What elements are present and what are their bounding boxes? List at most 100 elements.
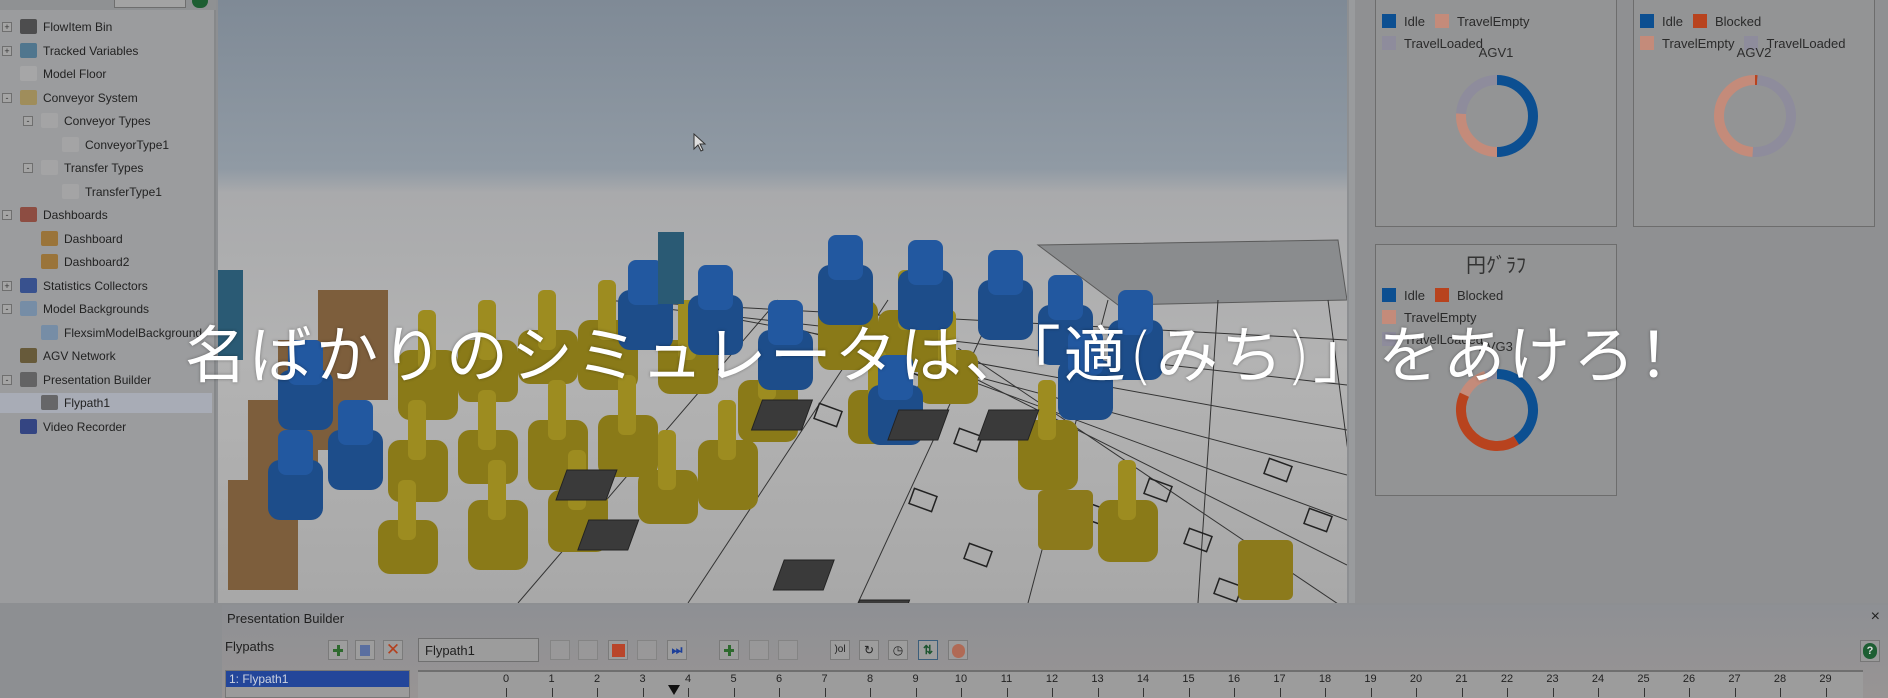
legend-item: TravelEmpty [1382,307,1476,329]
loop-icon[interactable]: ↻ [859,640,879,660]
legend-swatch [1434,288,1449,302]
timeline-tick [551,688,553,697]
legend-item: Idle [1382,11,1425,33]
tree-item[interactable]: - Dashboards [0,205,212,225]
timeline-tick-label: 17 [1273,673,1286,685]
tree-item[interactable]: TransferType1 [0,182,212,202]
duplicate-flypath-button[interactable] [355,640,375,660]
tree-item[interactable]: + Statistics Collectors [0,276,212,296]
timeline-tick-label: 29 [1819,673,1832,685]
panel-title: Presentation Builder [227,611,345,626]
blue-robot-arm [698,265,733,310]
collapse-icon[interactable]: - [23,116,33,126]
play-button[interactable] [578,640,598,660]
dashboards-icon [20,207,37,222]
collapse-icon[interactable]: - [2,92,12,103]
timeline-tick-label: 18 [1318,673,1332,685]
legend-label: Blocked [1456,288,1504,303]
timeline-tick-label: 6 [775,673,783,685]
timeline-tick-label: 3 [639,673,646,685]
donut-slice-idle [1496,75,1538,157]
station-pad [555,469,618,501]
pie-chart-widget[interactable]: 円ｸﾞﾗﾌIdleBlockedTravelEmptyTravelLoadedA… [1375,244,1617,496]
legend-swatch [1382,14,1396,28]
tree-item[interactable]: + FlowItem Bin [0,17,212,37]
yellow-robot-arm [538,290,556,350]
yellow-robot-arm [478,300,496,360]
tree-item[interactable]: + Tracked Variables [0,41,212,61]
delete-flypath-button[interactable]: ✕ [383,640,403,660]
help-button[interactable]: ? [1860,640,1880,662]
timeline-tick-label: 23 [1546,673,1559,685]
stop-button[interactable] [608,640,628,660]
collapse-icon[interactable]: - [2,210,12,220]
model-tree-panel: + FlowItem Bin + Tracked Variables Model Flo… [0,0,216,603]
legend-item: Blocked [1434,285,1504,307]
timeline-tick [506,688,507,697]
add-flypath-button[interactable] [328,640,348,660]
blue-robot-arm [768,300,803,345]
tree-item[interactable]: - Conveyor System [0,88,212,108]
camera-position-icon[interactable]: )ol [830,640,850,660]
donut-chart [1714,75,1796,157]
help-icon[interactable] [192,0,208,8]
close-button[interactable]: × [1871,608,1880,626]
timeline-tick [1234,688,1235,697]
timeline-tick [1689,688,1690,697]
flypath-list-item[interactable]: 1: Flypath1 [226,671,409,687]
timeline[interactable]: 0 1 2 3 4 5 6 7 8 9 10 11 12 13 14 15 16 17 18 19 20 21 22 23 24… [418,670,1863,698]
expand-icon[interactable]: + [2,22,12,32]
tree-item[interactable]: FlexsimModelBackground [0,323,212,343]
playhead-marker[interactable] [668,685,681,695]
tree-item-label: Transfer Types [64,161,144,175]
add-keyframe-button[interactable] [719,640,739,660]
record-icon[interactable] [948,640,968,660]
timeline-tick [1598,688,1599,697]
yellow-robot-arm [408,400,426,460]
timeline-tick-label: 2 [593,673,601,685]
yellow-robot-arm [718,400,736,460]
tree-item[interactable]: Video Recorder [0,417,212,437]
pie-chart-widget[interactable]: 円ｸﾞﾗﾌIdleTravelEmptyTravelLoadedAGV1 [1375,0,1617,227]
chart-title: 円ｸﾞﾗﾌ [1376,0,1616,4]
skip-to-start-button[interactable] [550,640,570,660]
collapse-icon[interactable]: - [2,374,12,385]
tree-item[interactable]: Model Floor [0,64,212,84]
tree-item[interactable]: Dashboard2 [0,252,212,272]
3d-model-view[interactable] [218,0,1347,603]
expand-icon[interactable]: + [2,45,12,56]
legend-swatch [1640,14,1654,28]
collapse-icon[interactable]: - [2,304,12,314]
update-keyframe-button[interactable] [749,640,769,660]
flypath-name-input[interactable]: Flypath1 [418,638,539,662]
timer-icon[interactable]: ◷ [888,640,908,660]
donut-slice-travelloaded [1456,75,1498,115]
control-point [1143,477,1173,503]
timeline-tick-label: 1 [548,673,555,685]
tree-item[interactable]: Dashboard [0,229,212,249]
expand-icon[interactable]: + [2,280,12,291]
tracked-variables-icon [20,42,37,58]
timeline-tick [1507,688,1508,697]
step-button[interactable] [637,640,657,660]
tree-item[interactable]: - Transfer Types [0,158,212,178]
legend-label: Idle [1662,14,1683,29]
skip-to-end-button[interactable]: ⏭ [667,640,687,660]
sync-direction-toggle[interactable]: ⇅ [918,640,938,660]
timeline-tick [1052,688,1053,697]
tree-item[interactable]: - Conveyor Types [0,111,212,131]
legend-label: TravelEmpty [1456,14,1530,29]
tree-search-input[interactable] [114,0,186,8]
tree-item[interactable]: Flypath1 [0,393,212,413]
collapse-icon[interactable]: - [23,163,33,173]
pie-chart-widget[interactable]: 円ｸﾞﾗﾌIdleBlockedTravelEmptyTravelLoadedA… [1633,0,1875,227]
tree-item[interactable]: AGV Network [0,346,212,366]
timeline-tick [779,688,780,697]
timeline-tick [1461,688,1463,697]
tree-item[interactable]: ConveyorType1 [0,135,212,155]
tree-item[interactable]: - Model Backgrounds [0,299,212,319]
tree-item[interactable]: - Presentation Builder [0,370,212,390]
control-point [1263,457,1293,483]
agv-path [1327,299,1347,448]
delete-keyframe-button[interactable] [778,640,798,660]
